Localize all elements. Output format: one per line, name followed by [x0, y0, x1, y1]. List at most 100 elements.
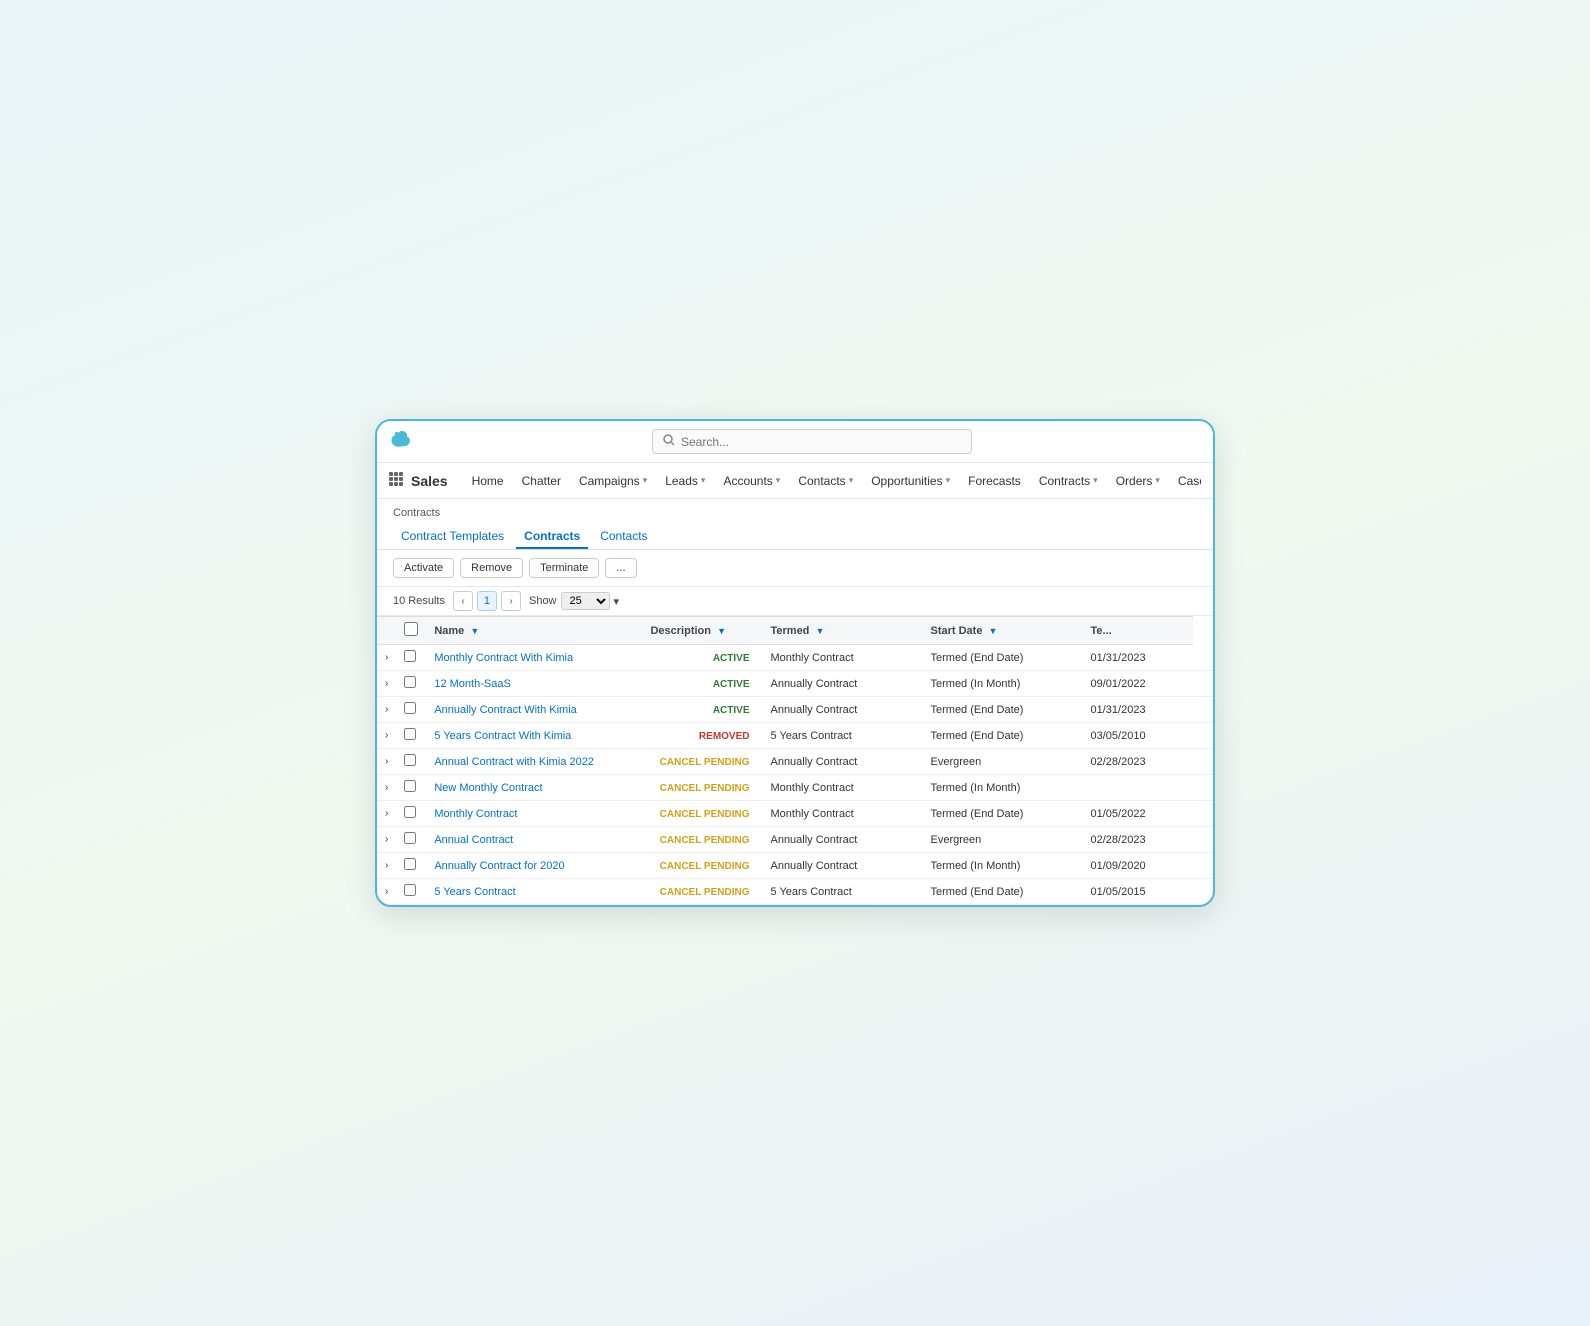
row-checkbox[interactable] — [404, 676, 416, 688]
row-checkbox[interactable] — [404, 650, 416, 662]
termed-filter-icon[interactable]: ▼ — [815, 626, 824, 636]
description-cell: 5 Years Contract — [762, 723, 922, 749]
status-badge: ACTIVE — [708, 651, 755, 666]
tab-contract-templates[interactable]: Contract Templates — [393, 525, 512, 549]
row-checkbox[interactable] — [404, 832, 416, 844]
status-cell: CANCEL PENDING — [642, 879, 762, 905]
breadcrumb: Contracts — [377, 499, 1213, 523]
orders-chevron-icon: ▾ — [1155, 475, 1160, 486]
nav-accounts[interactable]: Accounts▾ — [715, 463, 788, 499]
start-date-cell: 03/05/2010 — [1083, 723, 1194, 749]
nav-leads[interactable]: Leads▾ — [657, 463, 713, 499]
status-badge: ACTIVE — [708, 703, 755, 718]
start-date-cell: 02/28/2023 — [1083, 749, 1194, 775]
table-row: › Annually Contract With Kimia ACTIVE An… — [377, 697, 1213, 723]
contract-name-cell: Annually Contract With Kimia — [426, 697, 642, 723]
row-checkbox[interactable] — [404, 780, 416, 792]
start-date-filter-icon[interactable]: ▼ — [989, 626, 998, 636]
search-box[interactable] — [652, 429, 972, 454]
row-expand-button[interactable]: › — [377, 645, 396, 671]
nav-opportunities[interactable]: Opportunities▾ — [863, 463, 958, 499]
next-page-button[interactable]: › — [501, 591, 521, 611]
termed-cell: Termed (In Month) — [923, 853, 1083, 879]
nav-contacts[interactable]: Contacts▾ — [790, 463, 861, 499]
row-checkbox[interactable] — [404, 702, 416, 714]
more-actions-button[interactable]: ... — [605, 558, 636, 578]
table-row: › Annually Contract for 2020 CANCEL PEND… — [377, 853, 1213, 879]
description-cell: Monthly Contract — [762, 775, 922, 801]
checkbox-header — [396, 617, 426, 645]
extra-cell — [1193, 827, 1213, 853]
row-checkbox[interactable] — [404, 858, 416, 870]
prev-page-button[interactable]: ‹ — [453, 591, 473, 611]
table-row: › New Monthly Contract CANCEL PENDING Mo… — [377, 775, 1213, 801]
show-label: Show — [529, 595, 557, 607]
row-checkbox-cell — [396, 853, 426, 879]
description-cell: 5 Years Contract — [762, 879, 922, 905]
row-checkbox[interactable] — [404, 728, 416, 740]
row-expand-button[interactable]: › — [377, 723, 396, 749]
show-dropdown-icon: ▾ — [614, 595, 620, 608]
contract-name-link[interactable]: 5 Years Contract With Kimia — [434, 730, 571, 742]
activate-button[interactable]: Activate — [393, 558, 454, 578]
contract-name-link[interactable]: Monthly Contract — [434, 808, 517, 820]
row-checkbox[interactable] — [404, 884, 416, 896]
termed-cell: Termed (End Date) — [923, 879, 1083, 905]
row-checkbox[interactable] — [404, 806, 416, 818]
contract-name-link[interactable]: Annual Contract — [434, 834, 513, 846]
name-filter-icon[interactable]: ▼ — [470, 626, 479, 636]
nav-contracts[interactable]: Contracts▾ — [1031, 463, 1106, 499]
termed-cell: Termed (End Date) — [923, 723, 1083, 749]
start-date-cell: 01/31/2023 — [1083, 697, 1194, 723]
tab-contracts[interactable]: Contracts — [516, 525, 588, 549]
contract-name-link[interactable]: 5 Years Contract — [434, 886, 515, 898]
action-bar: Activate Remove Terminate ... — [377, 550, 1213, 587]
status-cell: CANCEL PENDING — [642, 801, 762, 827]
select-all-checkbox[interactable] — [404, 622, 418, 636]
contract-name-link[interactable]: 12 Month-SaaS — [434, 678, 510, 690]
tab-contacts[interactable]: Contacts — [592, 525, 655, 549]
row-checkbox[interactable] — [404, 754, 416, 766]
status-cell: ACTIVE — [642, 697, 762, 723]
contract-name-link[interactable]: Annually Contract for 2020 — [434, 860, 564, 872]
terminate-button[interactable]: Terminate — [529, 558, 599, 578]
start-date-cell: 02/28/2023 — [1083, 827, 1194, 853]
contract-name-link[interactable]: Annual Contract with Kimia 2022 — [434, 756, 594, 768]
nav-campaigns[interactable]: Campaigns▾ — [571, 463, 655, 499]
row-expand-button[interactable]: › — [377, 671, 396, 697]
nav-home[interactable]: Home — [464, 463, 512, 499]
contract-name-link[interactable]: Monthly Contract With Kimia — [434, 652, 573, 664]
row-expand-button[interactable]: › — [377, 801, 396, 827]
app-grid-icon[interactable] — [389, 472, 403, 489]
remove-button[interactable]: Remove — [460, 558, 523, 578]
status-badge: CANCEL PENDING — [655, 859, 755, 874]
row-expand-button[interactable]: › — [377, 827, 396, 853]
status-badge: CANCEL PENDING — [655, 807, 755, 822]
row-checkbox-cell — [396, 749, 426, 775]
description-filter-icon[interactable]: ▼ — [717, 626, 726, 636]
contracts-chevron-icon: ▾ — [1093, 475, 1098, 486]
contract-name-link[interactable]: Annually Contract With Kimia — [434, 704, 576, 716]
row-expand-button[interactable]: › — [377, 749, 396, 775]
pagination-controls: ‹ 1 › — [453, 591, 521, 611]
start-date-cell: 09/01/2022 — [1083, 671, 1194, 697]
row-expand-button[interactable]: › — [377, 879, 396, 905]
row-expand-button[interactable]: › — [377, 775, 396, 801]
description-cell: Annually Contract — [762, 853, 922, 879]
status-badge: ACTIVE — [708, 677, 755, 692]
extra-cell — [1193, 775, 1213, 801]
row-expand-button[interactable]: › — [377, 697, 396, 723]
row-checkbox-cell — [396, 697, 426, 723]
main-window: Sales Home Chatter Campaigns▾ Leads▾ Acc… — [375, 419, 1215, 907]
leads-chevron-icon: ▾ — [701, 475, 706, 486]
termed-cell: Evergreen — [923, 827, 1083, 853]
search-input[interactable] — [681, 435, 961, 449]
nav-forecasts[interactable]: Forecasts — [960, 463, 1029, 499]
nav-chatter[interactable]: Chatter — [514, 463, 569, 499]
show-count-dropdown[interactable]: 25 50 100 — [561, 592, 610, 610]
row-expand-button[interactable]: › — [377, 853, 396, 879]
contract-name-link[interactable]: New Monthly Contract — [434, 782, 542, 794]
start-date-cell: 01/09/2020 — [1083, 853, 1194, 879]
nav-cases[interactable]: Cases▾ — [1170, 463, 1201, 499]
nav-orders[interactable]: Orders▾ — [1108, 463, 1168, 499]
